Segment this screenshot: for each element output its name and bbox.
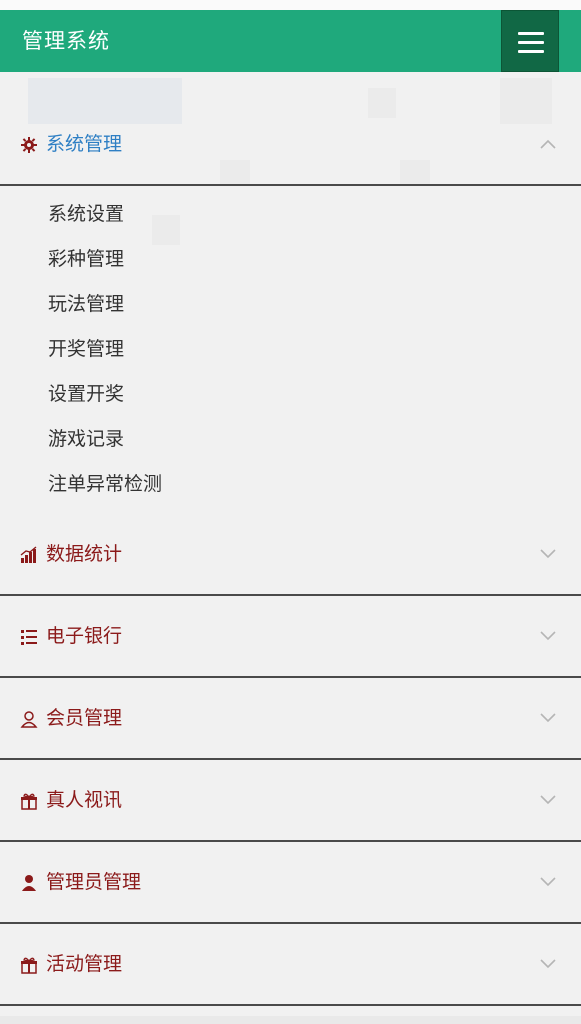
menu-group-members[interactable]: 会员管理 [0,678,581,758]
submenu-item-game-records[interactable]: 游戏记录 [0,417,581,462]
chevron-down-icon [540,596,556,676]
user-filled-icon [20,842,38,922]
submenu-item-set-draw[interactable]: 设置开奖 [0,372,581,417]
status-strip [0,0,581,10]
chevron-down-icon [540,514,556,594]
menu-group-live-video[interactable]: 真人视讯 [0,760,581,840]
chevron-down-icon [540,760,556,840]
menu-group-label: 真人视讯 [46,789,123,811]
menu-group-label: 会员管理 [46,707,123,729]
sidebar-menu: 系统管理 系统设置 彩种管理 玩法管理 开奖管理 设置开奖 游戏记录 注单异常检… [0,104,581,1006]
hamburger-menu-icon [518,50,544,53]
chevron-up-icon [540,104,556,184]
menu-group-e-bank[interactable]: 电子银行 [0,596,581,676]
menu-group-administrators[interactable]: 管理员管理 [0,842,581,922]
user-outline-icon [20,678,38,758]
menu-group-system[interactable]: 系统管理 [0,104,581,184]
submenu-system: 系统设置 彩种管理 玩法管理 开奖管理 设置开奖 游戏记录 注单异常检测 [0,186,581,514]
submenu-item-draw-management[interactable]: 开奖管理 [0,327,581,372]
menu-group-activities[interactable]: 活动管理 [0,924,581,1004]
menu-group-label: 电子银行 [46,625,123,647]
menu-group-label: 活动管理 [46,953,123,975]
next-menu-group-edge [0,1016,581,1024]
submenu-item-system-settings[interactable]: 系统设置 [0,192,581,237]
submenu-item-lottery-types[interactable]: 彩种管理 [0,237,581,282]
gift-icon [20,760,38,840]
chevron-down-icon [540,842,556,922]
menu-toggle-button[interactable] [501,10,559,72]
menu-group-label: 数据统计 [46,543,123,565]
menu-group-label: 管理员管理 [46,871,142,893]
hamburger-menu-icon [518,32,544,35]
list-icon [20,596,38,676]
brand-title[interactable]: 管理系统 [22,10,110,72]
menu-group-statistics[interactable]: 数据统计 [0,514,581,594]
submenu-item-play-methods[interactable]: 玩法管理 [0,282,581,327]
divider [0,1004,581,1006]
bar-chart-icon [20,514,38,594]
gift-icon [20,924,38,1004]
gear-icon [20,104,38,184]
menu-group-label: 系统管理 [46,133,123,155]
hamburger-menu-icon [518,41,544,44]
top-navbar: 管理系统 [0,10,581,72]
chevron-down-icon [540,678,556,758]
chevron-down-icon [540,924,556,1004]
submenu-item-bet-anomaly-check[interactable]: 注单异常检测 [0,462,581,507]
